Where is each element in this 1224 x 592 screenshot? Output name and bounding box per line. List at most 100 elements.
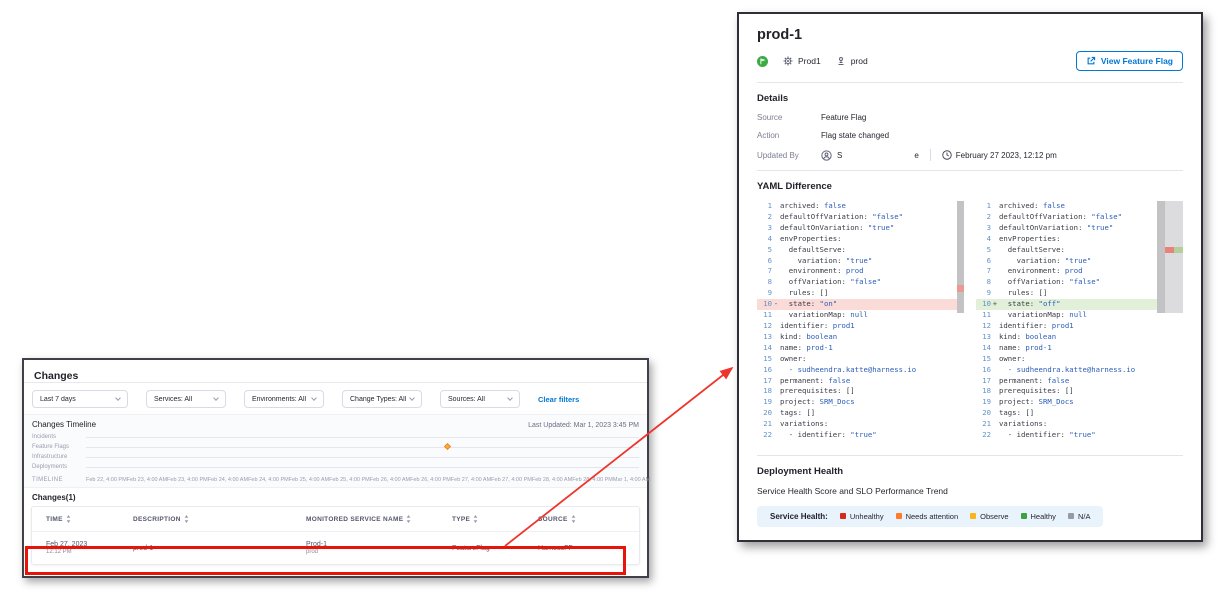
diff-line-number: 9 <box>757 288 772 299</box>
diff-line: 13kind: boolean <box>757 332 964 343</box>
yaml-difference-heading: YAML Difference <box>757 181 1183 192</box>
diff-line-code: - sudheendra.katte@harness.io <box>780 365 916 376</box>
sort-icon[interactable] <box>66 515 71 523</box>
diff-line-marker <box>772 234 780 245</box>
sort-icon[interactable] <box>406 515 411 523</box>
timeline-row-line <box>86 447 639 448</box>
sort-icon[interactable] <box>473 515 478 523</box>
diff-line-marker <box>772 277 780 288</box>
yaml-diff-before: 1archived: false2defaultOffVariation: "f… <box>757 201 964 441</box>
diff-line-number: 12 <box>976 321 991 332</box>
diff-line-code: kind: boolean <box>999 332 1056 343</box>
diff-line-number: 5 <box>976 245 991 256</box>
column-header[interactable]: DESCRIPTION <box>133 515 306 523</box>
sort-icon[interactable] <box>571 515 576 523</box>
sort-icon[interactable] <box>184 515 189 523</box>
diff-line-code: rules: [] <box>780 288 828 299</box>
diff-line-number: 16 <box>757 365 772 376</box>
diff-line-code: environment: prod <box>780 266 863 277</box>
diff-line-number: 20 <box>757 408 772 419</box>
diff-line-code: tags: [] <box>780 408 815 419</box>
timeline-axis: TIMELINE Feb 22, 4:00 PMFeb 23, 4:00 AMF… <box>32 477 639 483</box>
diff-line-marker <box>772 223 780 234</box>
source-label: Source <box>757 113 821 122</box>
diff-line-marker <box>991 332 999 343</box>
diff-line: 8 offVariation: "false" <box>976 277 1183 288</box>
diff-scrollbar-left[interactable] <box>957 201 964 313</box>
diff-line: 5 defaultServe: <box>757 245 964 256</box>
diff-line-code: environment: prod <box>999 266 1082 277</box>
diff-line-number: 21 <box>757 419 772 430</box>
diff-line-number: 11 <box>976 310 991 321</box>
diff-line-marker <box>991 310 999 321</box>
diff-line: 10+ state: "off" <box>976 299 1183 310</box>
legend-swatch <box>840 513 846 519</box>
diff-line-code: rules: [] <box>999 288 1047 299</box>
diff-line: 5 defaultServe: <box>976 245 1183 256</box>
diff-line: 18prerequisites: [] <box>976 386 1183 397</box>
diff-line-number: 19 <box>976 397 991 408</box>
legend-swatch <box>896 513 902 519</box>
yaml-diff: 1archived: false2defaultOffVariation: "f… <box>757 201 1183 441</box>
diff-line-marker <box>991 343 999 354</box>
chevron-down-icon <box>507 395 513 401</box>
diff-line-marker <box>772 201 780 212</box>
chevron-down-icon <box>115 395 121 401</box>
timeline-tick: Feb 28, 4:00 AM <box>532 477 572 483</box>
filter-dropdown[interactable]: Services: All <box>146 390 226 408</box>
diff-line-number: 22 <box>976 430 991 441</box>
diff-line: 14name: prod-1 <box>757 343 964 354</box>
column-header[interactable]: MONITORED SERVICE NAME <box>306 515 452 523</box>
diff-line-number: 15 <box>757 354 772 365</box>
filter-dropdown[interactable]: Sources: All <box>440 390 520 408</box>
timeline-tick: Feb 26, 4:00 AM <box>370 477 410 483</box>
timeline-row: Infrastructure <box>32 452 639 462</box>
clear-filters-link[interactable]: Clear filters <box>538 395 579 404</box>
diff-scrollbar-right[interactable] <box>1157 201 1183 313</box>
changes-header: Changes <box>24 360 647 383</box>
diff-line-marker <box>991 277 999 288</box>
external-link-icon <box>1086 56 1096 66</box>
column-header[interactable]: SOURCE <box>538 515 639 523</box>
diff-line-code: prerequisites: [] <box>999 386 1074 397</box>
column-header[interactable]: TYPE <box>452 515 538 523</box>
diff-line-code: defaultOffVariation: "false" <box>999 212 1122 223</box>
filter-dropdown[interactable]: Environments: All <box>244 390 324 408</box>
filter-dropdown-label: Change Types: All <box>350 396 406 403</box>
timeline-row-line <box>86 457 639 458</box>
timeline-tick: Feb 24, 4:00 PM <box>248 477 289 483</box>
diff-line-code: defaultOnVariation: "true" <box>780 223 894 234</box>
flag-status-icon <box>757 56 768 67</box>
timeline-row-line <box>86 437 639 438</box>
divider <box>757 455 1183 456</box>
changes-timeline: Changes Timeline Last Updated: Mar 1, 20… <box>24 414 647 488</box>
diff-line-marker <box>991 376 999 387</box>
diff-line: 2defaultOffVariation: "false" <box>757 212 964 223</box>
diff-line-code: defaultOnVariation: "true" <box>999 223 1113 234</box>
diff-line: 14name: prod-1 <box>976 343 1183 354</box>
diff-line: 22 - identifier: "true" <box>976 430 1183 441</box>
filter-dropdown[interactable]: Last 7 days <box>32 390 128 408</box>
diff-line-code: variations: <box>999 419 1047 430</box>
timeline-tick: Feb 25, 4:00 PM <box>329 477 370 483</box>
diff-line-number: 2 <box>757 212 772 223</box>
diff-line: 17permanent: false <box>976 376 1183 387</box>
diff-line-code: defaultServe: <box>780 245 846 256</box>
source-value: Feature Flag <box>821 113 866 122</box>
change-event-marker[interactable] <box>444 443 451 450</box>
column-header[interactable]: TIME <box>46 515 133 523</box>
diff-line-marker <box>772 354 780 365</box>
diff-line-number: 14 <box>976 343 991 354</box>
diff-line: 22 - identifier: "true" <box>757 430 964 441</box>
filter-dropdown[interactable]: Change Types: All <box>342 390 422 408</box>
diff-line-code: tags: [] <box>999 408 1034 419</box>
view-feature-flag-button[interactable]: View Feature Flag <box>1076 51 1183 71</box>
details-heading: Details <box>757 93 1183 104</box>
diff-line: 1archived: false <box>976 201 1183 212</box>
timeline-tick: Feb 27, 4:00 PM <box>491 477 532 483</box>
diff-line-marker <box>772 397 780 408</box>
diff-line-code: - identifier: "true" <box>999 430 1096 441</box>
diff-line-code: permanent: false <box>780 376 850 387</box>
screenshot-canvas: Changes Last 7 days Services: All Environm… <box>0 0 1224 592</box>
diff-line-marker <box>991 223 999 234</box>
